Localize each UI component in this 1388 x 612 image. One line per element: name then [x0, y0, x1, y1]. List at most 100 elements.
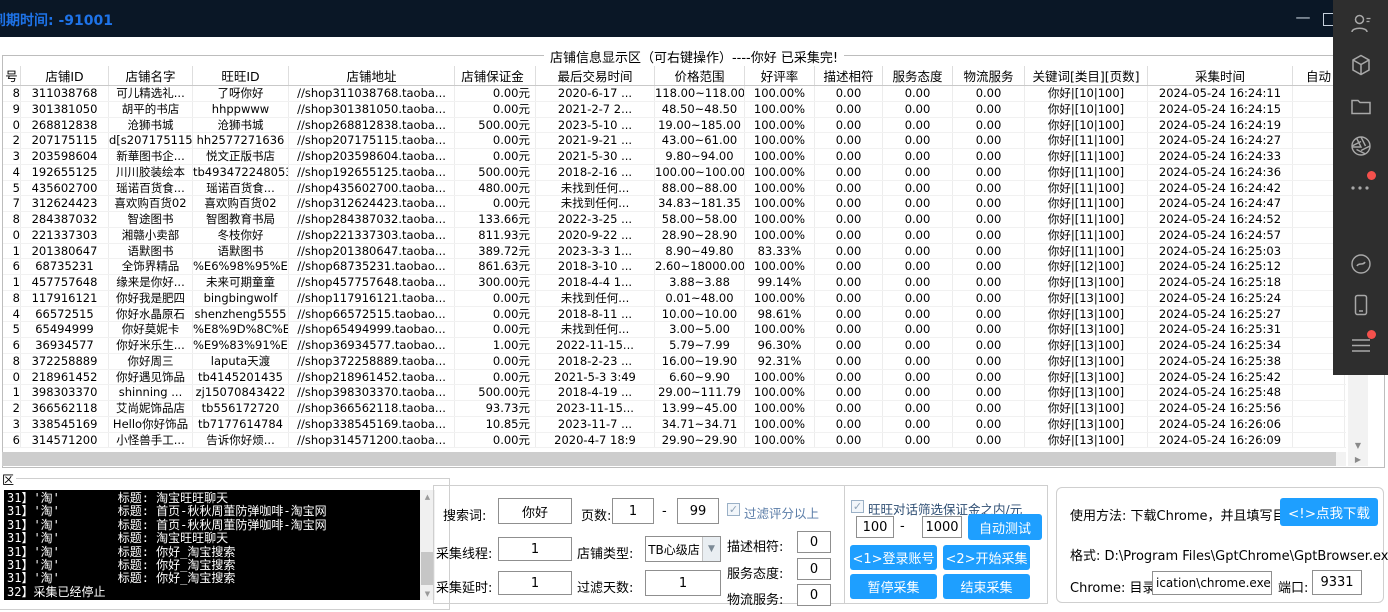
search-word-input[interactable] [498, 498, 572, 524]
table-cell: 2024-05-24 16:24:36 [1148, 165, 1293, 180]
column-header[interactable]: 采集时间 [1148, 66, 1293, 85]
column-header[interactable]: 店铺地址 [289, 66, 455, 85]
aperture-icon[interactable] [1349, 134, 1373, 158]
table-row[interactable]: 636934577你好米乐生...%E9%83%91%E...//shop369… [3, 338, 1346, 354]
table-cell: //shop284387032.taoba... [289, 212, 455, 227]
column-header[interactable]: 物流服务 [953, 66, 1025, 85]
column-header[interactable]: 店铺名字 [109, 66, 193, 85]
table-row[interactable]: 1398303370shinning ...zj15070843422//sho… [3, 385, 1346, 401]
login-account-button[interactable]: <1>登录账号 [850, 545, 937, 570]
page-to-input[interactable] [677, 498, 719, 524]
table-row[interactable]: 8117916121你好我是肥四bingbingwolf//shop117916… [3, 291, 1346, 307]
link-icon[interactable] [1349, 252, 1373, 276]
column-header[interactable]: 店铺ID [21, 66, 109, 85]
table-row[interactable]: 668735231全饰界精品%E6%98%95%E...//shop687352… [3, 259, 1346, 275]
table-row[interactable]: 565494999你好莫妮卡%E8%9D%8C%E...//shop654949… [3, 322, 1346, 338]
table-cell: 0.00 [883, 212, 953, 227]
table-row[interactable]: 0218961452你好遇见饰品tb4145201435//shop218961… [3, 370, 1346, 386]
table-cell: 300.00元 [455, 275, 536, 290]
table-cell: 7 [3, 196, 21, 211]
thread-input[interactable] [498, 537, 572, 561]
stop-collect-button[interactable]: 结束采集 [943, 574, 1030, 599]
table-row[interactable]: 2366562118艾尚妮饰品店tb556172720//shop3665621… [3, 401, 1346, 417]
chrome-dir-input[interactable] [1152, 571, 1272, 595]
port-input[interactable] [1312, 570, 1362, 595]
table-row[interactable]: 1201380647语默图书语默图书//shop201380647.taoba.… [3, 244, 1346, 260]
cube-icon[interactable] [1349, 53, 1373, 77]
scroll-right-icon[interactable]: ▶ [1348, 452, 1368, 466]
deposit-range-dash: - [900, 519, 905, 534]
filter-days-input[interactable] [645, 570, 721, 596]
table-row[interactable]: 8372258889你好周三laputa天渡//shop372258889.ta… [3, 354, 1346, 370]
column-header[interactable]: 价格范围 [655, 66, 745, 85]
table-cell: 你好米乐生... [109, 338, 193, 353]
table-row[interactable]: 0268812838沧狮书城沧狮书城//shop268812838.taoba.… [3, 118, 1346, 134]
table-row[interactable]: 2207175115d[s207175115]hh2577271636//sho… [3, 133, 1346, 149]
shop-type-select[interactable]: TB心级店 ▼ [645, 536, 721, 562]
table-cell: 告诉你好烦... [193, 433, 289, 448]
table-cell: 133.66元 [455, 212, 536, 227]
download-chrome-button[interactable]: <!>点我下载 [1280, 498, 1378, 526]
column-header[interactable]: 旺旺ID [193, 66, 289, 85]
table-cell: 2024-05-24 16:24:27 [1148, 133, 1293, 148]
table-cell: 新華图书企... [109, 149, 193, 164]
table-cell: 4 [3, 165, 21, 180]
auto-test-button[interactable]: 自动测试 [968, 514, 1042, 540]
column-header[interactable]: 描述相符 [815, 66, 883, 85]
table-row[interactable]: 1457757648缘来是你好...未来可期童童//shop457757648.… [3, 275, 1346, 291]
wangwang-filter-checkbox[interactable]: ✓ [851, 500, 864, 513]
table-row[interactable]: 3338545169Hello你好饰品tb7177614784//shop338… [3, 417, 1346, 433]
table-row[interactable]: 8311038768可儿精选礼...了呀你好//shop311038768.ta… [3, 86, 1346, 102]
desc-match-input[interactable] [797, 531, 831, 553]
table-row[interactable]: 9301381050胡平的书店hhppwww//shop301381050.ta… [3, 102, 1346, 118]
folder-icon[interactable] [1349, 94, 1373, 118]
panel-title: 店铺信息显示区（可右键操作）----你好 已采集完! [0, 47, 1388, 66]
table-cell: 0.00 [883, 228, 953, 243]
table-row[interactable]: 8284387032智途图书智图教育书局//shop284387032.taob… [3, 212, 1346, 228]
table-cell: 0.00 [953, 385, 1025, 400]
table-cell: 0.00 [883, 338, 953, 353]
minimize-button[interactable]: — [1288, 4, 1318, 30]
filter-score-checkbox[interactable]: ✓ [727, 503, 740, 516]
table-cell: 2018-4-4 1... [536, 275, 655, 290]
table-horizontal-scrollbar[interactable] [2, 452, 1346, 466]
table-cell: 你好|[13|100] [1025, 291, 1148, 306]
column-header[interactable]: 号 [3, 66, 21, 85]
menu-icon[interactable] [1349, 333, 1373, 357]
more-dots-icon[interactable] [1349, 174, 1373, 198]
table-cell: Hello你好饰品 [109, 417, 193, 432]
service-input[interactable] [797, 558, 831, 580]
column-header[interactable]: 服务态度 [883, 66, 953, 85]
page-from-input[interactable] [612, 498, 654, 524]
table-cell: 100.00% [745, 212, 815, 227]
start-collect-button[interactable]: <2>开始采集 [943, 545, 1030, 570]
pause-collect-button[interactable]: 暂停采集 [850, 574, 937, 599]
table-row[interactable]: 6314571200小怪兽手工...告诉你好烦...//shop31457120… [3, 433, 1346, 449]
column-header[interactable]: 好评率 [745, 66, 815, 85]
delay-input[interactable] [498, 571, 572, 595]
user-icon[interactable] [1349, 12, 1373, 36]
table-cell: 你好|[13|100] [1025, 354, 1148, 369]
table-row[interactable]: 0221337303湘赣小卖部冬枝你好//shop221337303.taoba… [3, 228, 1346, 244]
table-row[interactable]: 7312624423喜欢购百货02喜欢购百货02//shop312624423.… [3, 196, 1346, 212]
table-cell: 你好|[13|100] [1025, 433, 1148, 448]
logistics-input[interactable] [797, 584, 831, 606]
table-cell: 2018-2-16 ... [536, 165, 655, 180]
column-header[interactable]: 最后交易时间 [536, 66, 655, 85]
deposit-max-input[interactable] [922, 516, 962, 538]
table-row[interactable]: 3203598604新華图书企...悦文正版书店//shop203598604.… [3, 149, 1346, 165]
table-cell: 5 [3, 322, 21, 337]
column-header[interactable]: 店铺保证金 [455, 66, 536, 85]
table-row[interactable]: 466572515你好水晶原石shenzheng5555//shop665725… [3, 307, 1346, 323]
deposit-min-input[interactable] [856, 516, 894, 538]
table-row[interactable]: 5435602700瑶诺百货食...瑶诺百货食...//shop43560270… [3, 181, 1346, 197]
table-cell: 0 [3, 228, 21, 243]
table-cell: 0 [3, 370, 21, 385]
scroll-down-icon[interactable]: ▼ [1348, 438, 1368, 452]
phone-icon[interactable] [1349, 293, 1373, 317]
column-header[interactable]: 关键词[类目][页数] [1025, 66, 1148, 85]
table-row[interactable]: 4192655125川川胶装绘本tb493472248053//shop1926… [3, 165, 1346, 181]
table-cell: 你好水晶原石 [109, 307, 193, 322]
table-cell: 0.00 [883, 86, 953, 101]
horizontal-scroll-thumb[interactable] [2, 452, 1336, 466]
